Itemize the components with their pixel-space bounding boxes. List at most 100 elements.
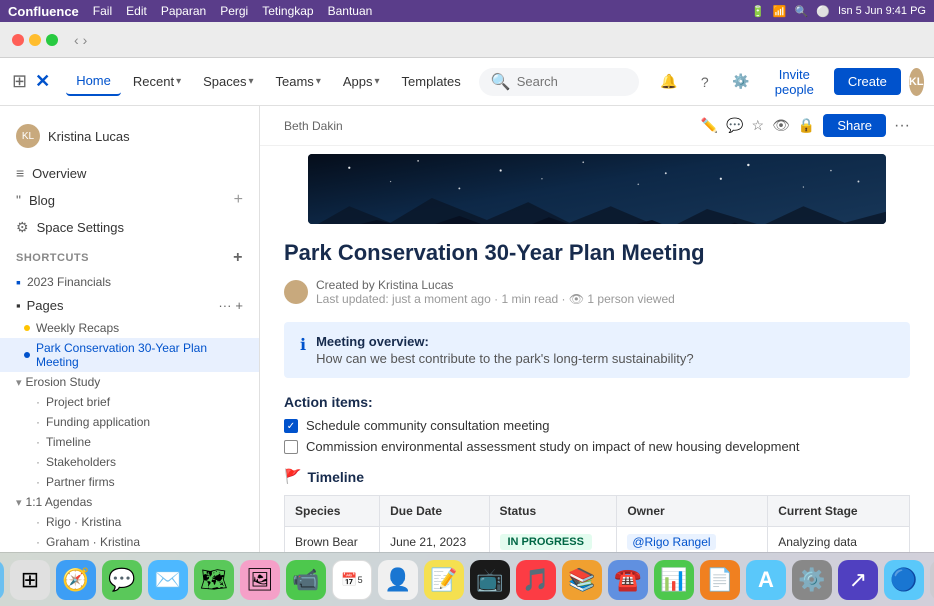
sidebar-graham-kristina[interactable]: · Graham · Kristina [0, 532, 259, 552]
edit-icon[interactable]: ✏️ [701, 117, 718, 134]
app-container: ⊞ ✕ Home Recent ▾ Spaces ▾ Teams ▾ Apps … [0, 58, 934, 552]
back-button[interactable]: ‹ [74, 32, 79, 48]
collapse-agendas-icon[interactable]: ▾ [16, 496, 22, 509]
blog-add-icon[interactable]: + [234, 191, 243, 209]
browser-chrome: ‹ › [0, 22, 934, 58]
sidebar-rigo-kristina[interactable]: · Rigo · Kristina [0, 512, 259, 532]
nav-home[interactable]: Home [66, 67, 121, 96]
checkbox-checked-icon[interactable]: ✓ [284, 419, 298, 433]
meta-divider-2: · 👁 [562, 292, 588, 306]
menubar-item-pergi[interactable]: Pergi [220, 4, 248, 18]
shortcuts-add-icon[interactable]: + [233, 249, 243, 267]
app-icon[interactable]: 🔵 [884, 560, 924, 600]
sidebar-project-brief[interactable]: · Project brief [0, 392, 259, 412]
contacts-icon[interactable]: 👤 [378, 560, 418, 600]
due-date-1: June 21, 2023 [380, 527, 489, 553]
sidebar-erosion-study[interactable]: ▾ Erosion Study [0, 372, 259, 392]
star-icon[interactable]: ☆ [752, 117, 765, 134]
sidebar-conservation-page[interactable]: Park Conservation 30-Year Plan Meeting [0, 338, 259, 372]
create-button[interactable]: Create [834, 68, 901, 95]
col-owner: Owner [617, 496, 768, 527]
menubar-siri[interactable]: ⚪ [816, 5, 830, 18]
mail-icon[interactable]: ✉️ [148, 560, 188, 600]
nav-spaces[interactable]: Spaces ▾ [193, 68, 263, 95]
more-icon[interactable]: ··· [894, 117, 910, 135]
numbers-icon[interactable]: 📊 [654, 560, 694, 600]
sidebar-stakeholders[interactable]: · Stakeholders [0, 452, 259, 472]
sidebar-agendas[interactable]: ▾ 1:1 Agendas [0, 492, 259, 512]
shortcuts-section: SHORTCUTS + [0, 241, 259, 271]
sidebar-weekly-recaps[interactable]: Weekly Recaps [0, 318, 259, 338]
pages-icon[interactable]: 📄 [700, 560, 740, 600]
notifications-icon[interactable]: 🔔 [655, 68, 683, 96]
conservation-dot [24, 352, 30, 358]
collapse-erosion-icon[interactable]: ▾ [16, 376, 22, 389]
trash-icon[interactable]: 🗑 [930, 560, 934, 600]
checkbox-unchecked-icon[interactable] [284, 440, 298, 454]
sidebar-partner-firms[interactable]: · Partner firms [0, 472, 259, 492]
pages-add-icon[interactable]: + [235, 298, 243, 313]
menubar-item-paparan[interactable]: Paparan [161, 4, 206, 18]
settings-icon[interactable]: ⚙️ [727, 68, 755, 96]
forward-button[interactable]: › [83, 32, 88, 48]
calendar-icon[interactable]: 📅5 [332, 560, 372, 600]
search-bar[interactable]: 🔍 [479, 68, 639, 96]
graham-dot: · [36, 535, 40, 549]
minimize-button[interactable] [29, 34, 41, 46]
sidebar-space-settings[interactable]: ⚙ Space Settings [0, 214, 259, 241]
launchpad-icon[interactable]: ⊞ [10, 560, 50, 600]
watch-icon[interactable]: 👁 [772, 117, 790, 134]
safari-icon[interactable]: 🧭 [56, 560, 96, 600]
meeting-overview-text: How can we best contribute to the park's… [316, 351, 694, 366]
grid-icon[interactable]: ⊞ [12, 71, 27, 92]
sidebar-timeline[interactable]: · Timeline [0, 432, 259, 452]
menubar-item-bantuan[interactable]: Bantuan [328, 4, 373, 18]
menubar-search[interactable]: 🔍 [795, 5, 809, 18]
phone-icon[interactable]: ☎️ [608, 560, 648, 600]
nav-teams[interactable]: Teams ▾ [266, 68, 331, 95]
nav-apps[interactable]: Apps ▾ [333, 68, 390, 95]
comment-icon[interactable]: 💬 [726, 117, 743, 134]
finder-icon[interactable]: 🗂 [0, 560, 4, 600]
search-input[interactable] [517, 74, 637, 89]
maps-icon[interactable]: 🗺 [194, 560, 234, 600]
blog-icon: " [16, 192, 21, 208]
sidebar-blog[interactable]: " Blog + [0, 186, 259, 214]
appletv-icon[interactable]: 📺 [470, 560, 510, 600]
photos-icon[interactable]: 🖼 [240, 560, 280, 600]
systemprefs-icon[interactable]: ⚙️ [792, 560, 832, 600]
hero-image [308, 154, 886, 224]
maximize-button[interactable] [46, 34, 58, 46]
help-icon[interactable]: ? [691, 68, 719, 96]
sidebar-funding[interactable]: · Funding application [0, 412, 259, 432]
appstore-icon[interactable]: A [746, 560, 786, 600]
sidebar-shortcuts-item[interactable]: ▪ 2023 Financials [0, 271, 259, 293]
menubar-item-edit[interactable]: Edit [126, 4, 147, 18]
meeting-overview-content: Meeting overview: How can we best contri… [316, 334, 694, 366]
sidebar-user-name: Kristina Lucas [48, 129, 130, 144]
music-icon[interactable]: 🎵 [516, 560, 556, 600]
messages-icon[interactable]: 💬 [102, 560, 142, 600]
arc-icon[interactable]: ↗ [838, 560, 878, 600]
pages-more-icon[interactable]: ··· [218, 298, 231, 313]
user-avatar[interactable]: KL [909, 68, 924, 96]
sidebar-avatar: KL [16, 124, 40, 148]
close-button[interactable] [12, 34, 24, 46]
menubar-item-tetingkap[interactable]: Tetingkap [262, 4, 313, 18]
nav-templates[interactable]: Templates [392, 68, 471, 95]
facetime-icon[interactable]: 📹 [286, 560, 326, 600]
weekly-recaps-dot [24, 325, 30, 331]
overview-label: Overview [32, 166, 86, 181]
nav-recent[interactable]: Recent ▾ [123, 68, 191, 95]
ibooks-icon[interactable]: 📚 [562, 560, 602, 600]
lock-icon[interactable]: 🔒 [798, 117, 815, 134]
sidebar-overview[interactable]: ≡ Overview [0, 160, 259, 186]
menubar-item-fail[interactable]: Fail [93, 4, 112, 18]
partner-firms-dot: · [36, 475, 40, 489]
share-button[interactable]: Share [823, 114, 886, 137]
sidebar-pages[interactable]: ▪ Pages ··· + [0, 293, 259, 318]
table-header-row: Species Due Date Status Owner Current St… [285, 496, 910, 527]
notes-icon[interactable]: 📝 [424, 560, 464, 600]
invite-people-button[interactable]: Invite people [763, 61, 826, 103]
meeting-overview-box: ℹ Meeting overview: How can we best cont… [284, 322, 910, 378]
